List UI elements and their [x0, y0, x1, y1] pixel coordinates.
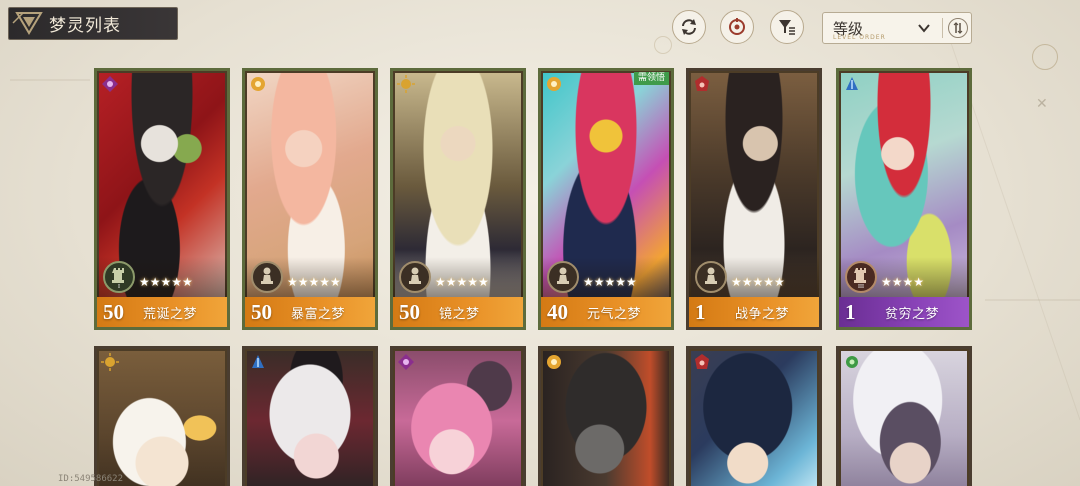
rook-chess-icon: I: [103, 261, 135, 293]
element-badge-icon: [693, 353, 711, 371]
dream-card[interactable]: [538, 346, 674, 486]
card-level: 50: [251, 299, 272, 324]
element-badge-icon: [397, 353, 415, 371]
card-name: 元气之梦: [587, 306, 642, 322]
character-portrait: [841, 351, 967, 486]
filter-icon: [779, 20, 795, 35]
filter-button[interactable]: [770, 10, 804, 44]
divider: [942, 18, 943, 38]
svg-text:I: I: [118, 284, 120, 289]
card-name: 荒诞之梦: [143, 306, 198, 322]
sort-order-button[interactable]: [948, 18, 968, 38]
element-badge-icon: [843, 75, 861, 93]
element-badge-icon: [249, 353, 267, 371]
chevron-down-icon: [918, 24, 930, 33]
refresh-button[interactable]: [672, 10, 706, 44]
element-badge-icon: [545, 353, 563, 371]
rook-chess-icon: III: [845, 261, 877, 293]
decor-circle: [654, 36, 672, 54]
element-badge-icon: [249, 75, 267, 93]
pawn-chess-icon: [399, 261, 431, 293]
svg-text:III: III: [858, 284, 864, 289]
dream-card[interactable]: [390, 346, 526, 486]
dream-card[interactable]: [242, 346, 378, 486]
dream-card[interactable]: III ★★★★ 1 贫穷之梦: [836, 68, 972, 330]
dream-card[interactable]: 需领悟 ★★★★★ 40 元气之梦: [538, 68, 674, 330]
element-badge-icon: [101, 75, 119, 93]
dream-card[interactable]: ★★★★★ 50 镜之梦: [390, 68, 526, 330]
character-portrait: [691, 351, 817, 486]
element-badge-icon: [397, 75, 415, 93]
card-name: 暴富之梦: [291, 306, 346, 322]
card-name: 贫穷之梦: [885, 306, 940, 322]
card-label-bar: 40 元气之梦: [541, 297, 671, 327]
target-icon: [729, 18, 745, 35]
page-title: 梦灵列表: [49, 16, 121, 36]
reset-target-button[interactable]: [720, 10, 754, 44]
refresh-icon: [682, 19, 696, 35]
dream-card[interactable]: ★★★★★ 1 战争之梦: [686, 68, 822, 330]
dream-card[interactable]: [686, 346, 822, 486]
sort-order-icon: [953, 22, 963, 34]
star-rating: ★★★★★: [287, 275, 341, 289]
card-level: 1: [845, 299, 856, 324]
card-label-bar: 1 贫穷之梦: [839, 297, 969, 327]
requires-insight-tag: 需领悟: [633, 72, 669, 85]
card-name: 镜之梦: [439, 306, 480, 322]
element-badge-icon: [693, 75, 711, 93]
dream-card[interactable]: [836, 346, 972, 486]
star-rating: ★★★★: [881, 275, 925, 289]
triangle-logo-icon: [9, 7, 49, 40]
decor-circle: [1032, 44, 1058, 70]
element-badge-icon: [101, 353, 119, 371]
element-badge-icon: [843, 353, 861, 371]
dream-card[interactable]: ★★★★★ 50 暴富之梦: [242, 68, 378, 330]
star-rating: ★★★★★: [435, 275, 489, 289]
dream-card[interactable]: I ★★★★★ 50 荒诞之梦: [94, 68, 230, 330]
card-level: 50: [399, 299, 420, 324]
card-name: 战争之梦: [735, 306, 790, 322]
card-label-bar: 50 暴富之梦: [245, 297, 375, 327]
page-title-bar: 梦灵列表: [8, 7, 178, 40]
card-level: 40: [547, 299, 568, 324]
card-level: 50: [103, 299, 124, 324]
character-portrait: [395, 351, 521, 486]
pawn-chess-icon: [695, 261, 727, 293]
sort-dropdown[interactable]: 等级 LEVEL ORDER: [822, 12, 972, 44]
pawn-chess-icon: [251, 261, 283, 293]
pawn-chess-icon: [547, 261, 579, 293]
card-label-bar: 1 战争之梦: [689, 297, 819, 327]
star-rating: ★★★★★: [731, 275, 785, 289]
card-label-bar: 50 荒诞之梦: [97, 297, 227, 327]
card-level: 1: [695, 299, 706, 324]
star-rating: ★★★★★: [583, 275, 637, 289]
star-rating: ★★★★★: [139, 275, 193, 289]
dream-card[interactable]: [94, 346, 230, 486]
element-badge-icon: [545, 75, 563, 93]
sort-sub-label: LEVEL ORDER: [833, 34, 886, 41]
character-portrait: [247, 351, 373, 486]
character-portrait: [543, 351, 669, 486]
card-label-bar: 50 镜之梦: [393, 297, 523, 327]
decor-plus-icon: ✕: [1036, 96, 1048, 112]
user-id: ID:549586622: [58, 474, 124, 484]
character-portrait: [99, 351, 225, 486]
